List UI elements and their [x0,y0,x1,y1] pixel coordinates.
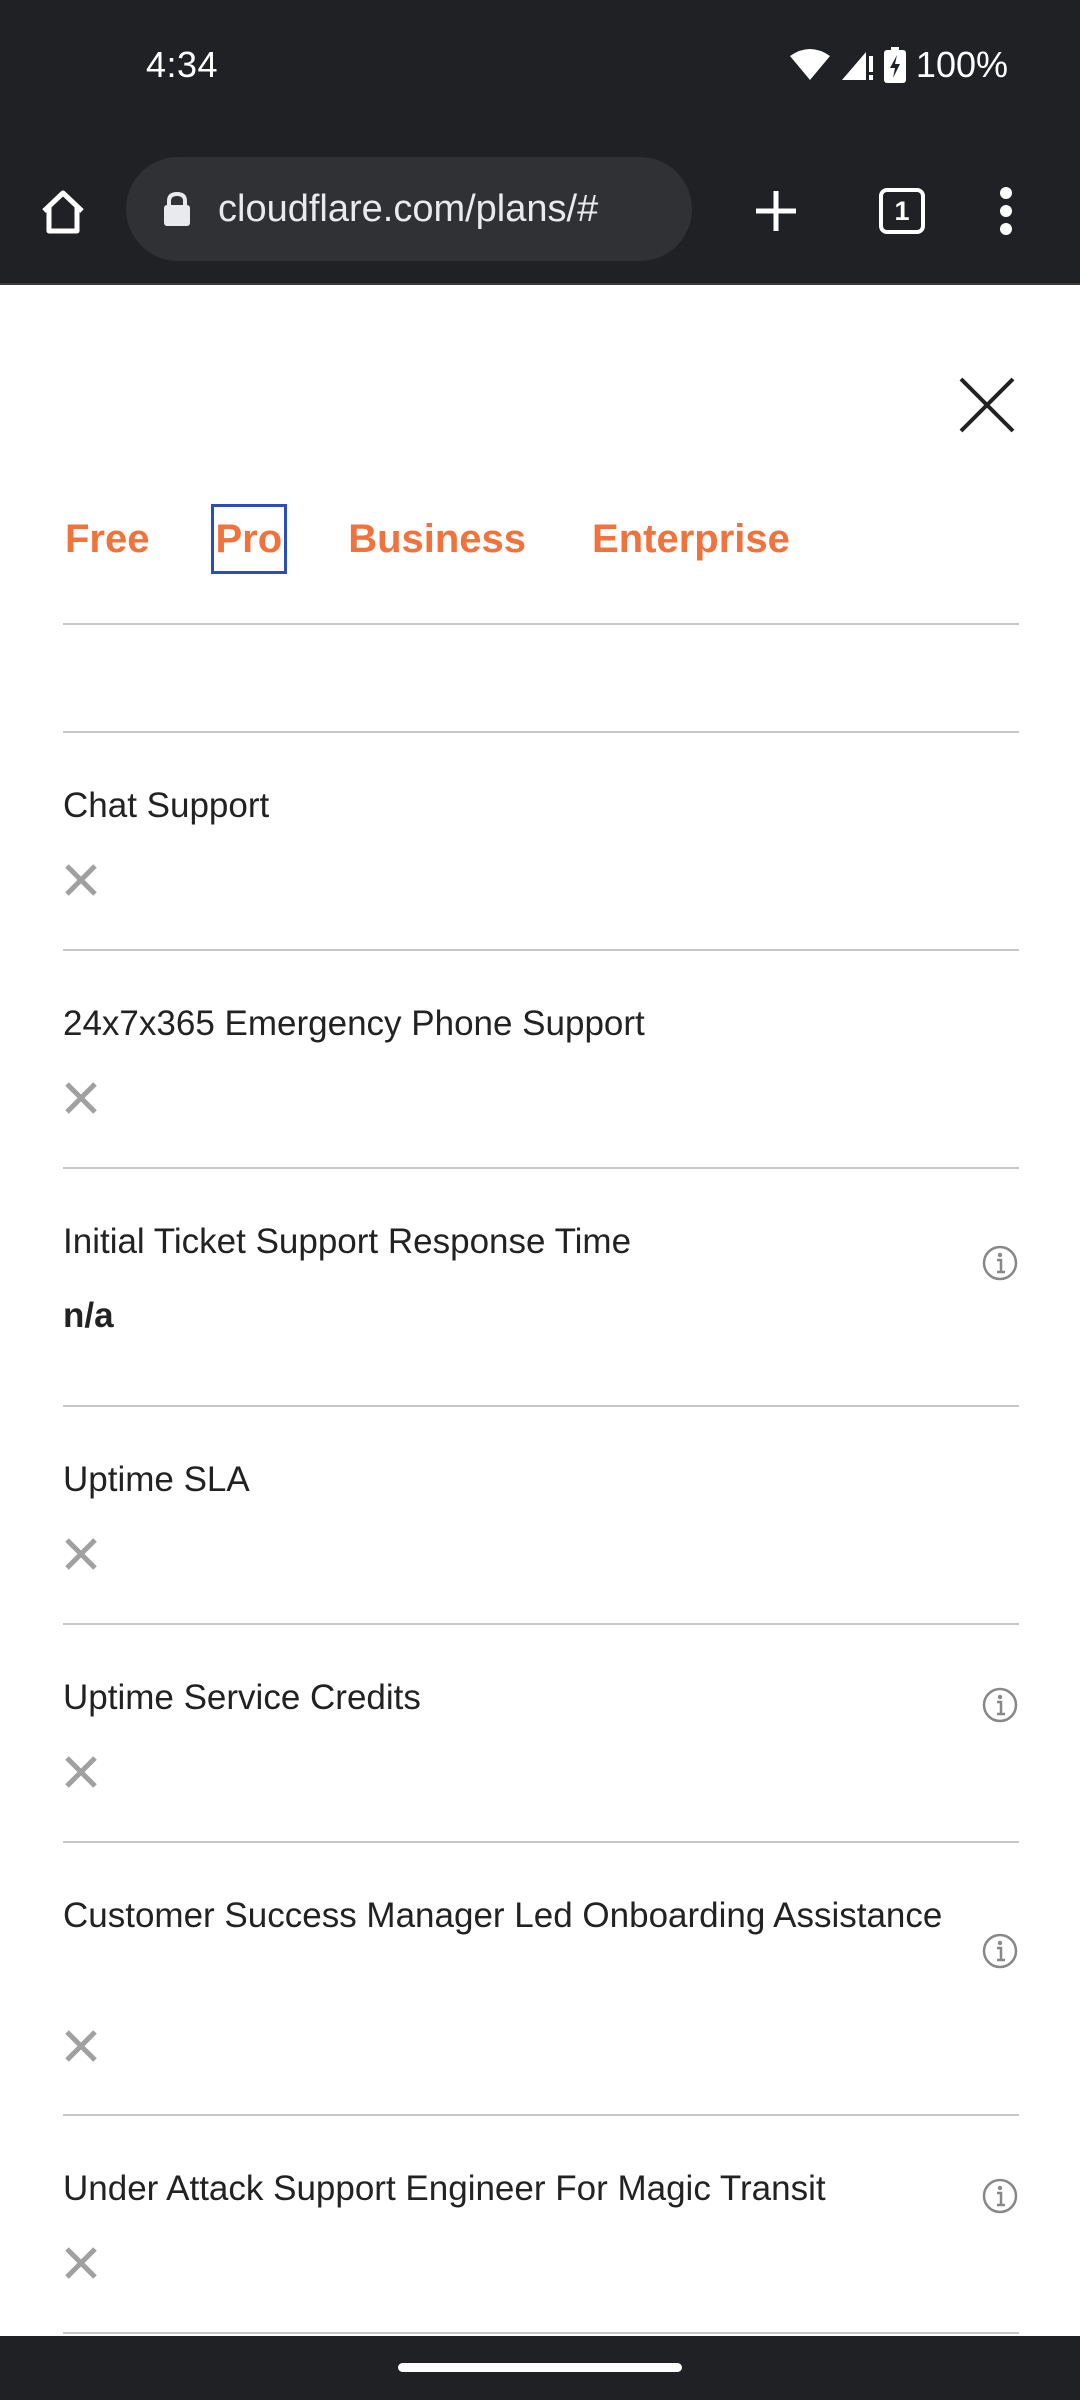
divider [63,2332,1019,2334]
home-button[interactable] [30,179,96,245]
feature-value: n/a [63,1296,114,1335]
info-icon[interactable] [981,1932,1019,1970]
x-icon [65,1082,97,1114]
info-icon[interactable] [981,1686,1019,1724]
info-icon[interactable] [981,2177,1019,2215]
feature-name: Customer Success Manager Led Onboarding … [63,1896,943,1935]
divider [63,623,1019,625]
feature-row-csm-onboarding-assistance: Customer Success Manager Led Onboarding … [63,1888,1019,2113]
divider [63,1841,1019,1843]
x-icon [65,1538,97,1570]
tab-switcher-button[interactable]: 1 [862,171,942,251]
status-icons: 100% [789,44,1008,86]
more-vert-icon [1000,187,1012,235]
tab-switcher-icon: 1 [879,188,925,234]
signal-icon [840,48,874,82]
battery-charging-icon [883,47,906,83]
lock-icon [164,191,190,226]
feature-name: 24x7x365 Emergency Phone Support [63,1004,645,1043]
feature-name: Uptime SLA [63,1460,250,1499]
page-content: Free Pro Business Enterprise Chat Suppor… [0,287,1080,2335]
feature-row-uptime-sla: Uptime SLA [63,1452,1019,1622]
tab-pro[interactable]: Pro [210,504,288,574]
home-icon [42,190,84,234]
tab-enterprise[interactable]: Enterprise [590,507,792,571]
info-icon[interactable] [981,1244,1019,1282]
feature-row-initial-ticket-response-time: Initial Ticket Support Response Time n/a [63,1214,1019,1394]
feature-name: Initial Ticket Support Response Time [63,1222,632,1261]
battery-percent: 100% [915,44,1008,85]
x-icon [65,2030,97,2062]
feature-row-emergency-phone-support: 24x7x365 Emergency Phone Support [63,996,1019,1166]
feature-name: Under Attack Support Engineer For Magic … [63,2169,826,2208]
status-bar: 4:34 100% [0,0,1080,135]
status-time: 4:34 [146,44,219,85]
x-icon [65,1756,97,1788]
browser-toolbar: cloudflare.com/plans/# 1 [0,135,1080,285]
feature-name: Chat Support [63,786,270,825]
plus-icon [756,191,796,231]
home-gesture-handle[interactable] [398,2363,682,2372]
system-nav-bar [0,2336,1080,2400]
plan-tabs: Free Pro Business Enterprise [63,499,792,579]
divider [63,731,1019,733]
divider [63,2114,1019,2116]
url-text: cloudflare.com/plans/# [218,187,599,230]
url-bar[interactable]: cloudflare.com/plans/# [126,157,692,261]
divider [63,1623,1019,1625]
divider [63,949,1019,951]
x-icon [65,2247,97,2279]
more-menu-button[interactable] [966,171,1046,251]
tab-business[interactable]: Business [346,507,528,571]
feature-name: Uptime Service Credits [63,1678,421,1717]
close-button[interactable] [955,373,1019,437]
close-icon [959,377,1015,433]
wifi-icon [789,48,830,82]
feature-row-under-attack-support-engineer: Under Attack Support Engineer For Magic … [63,2161,1019,2331]
feature-row-uptime-service-credits: Uptime Service Credits [63,1670,1019,1840]
divider [63,1167,1019,1169]
feature-row-chat-support: Chat Support [63,778,1019,948]
divider [63,1405,1019,1407]
x-icon [65,864,97,896]
new-tab-button[interactable] [736,171,816,251]
tab-free[interactable]: Free [63,507,152,571]
